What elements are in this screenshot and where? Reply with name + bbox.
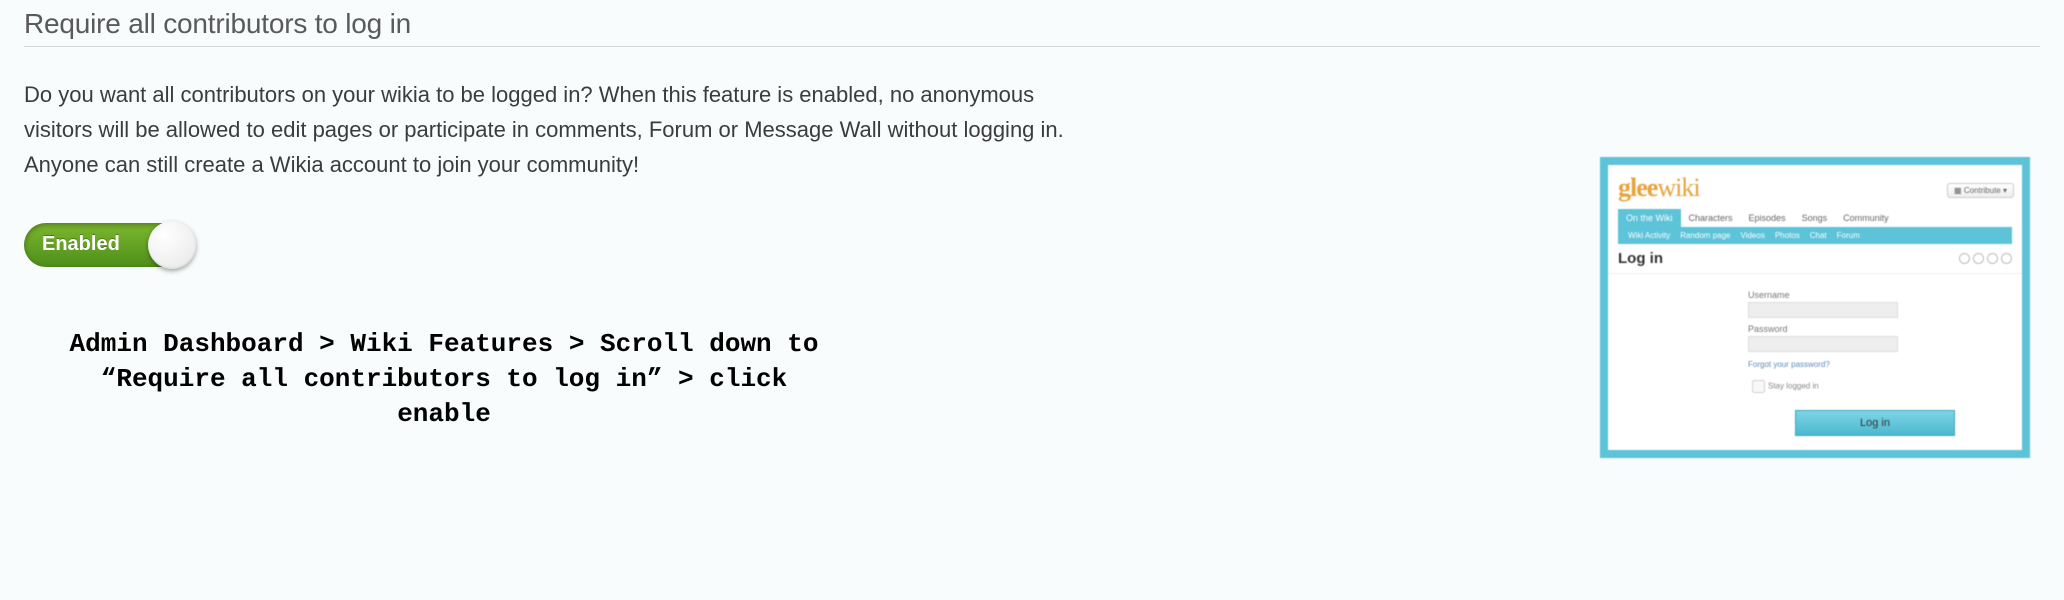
toggle-label: Enabled: [42, 233, 120, 256]
tab-characters: Characters: [1681, 209, 1741, 227]
username-input: [1748, 302, 1898, 318]
forgot-password-link: Forgot your password?: [1748, 360, 2002, 369]
login-button: Log in: [1795, 410, 1955, 436]
preview-subtabs: Wiki Activity Random page Videos Photos …: [1618, 227, 2012, 244]
stay-logged-in: Stay logged in: [1748, 377, 2002, 396]
instructions-text: Admin Dashboard > Wiki Features > Scroll…: [54, 327, 834, 432]
enable-toggle[interactable]: Enabled: [24, 223, 194, 267]
tab-songs: Songs: [1794, 209, 1836, 227]
login-heading: Log in: [1618, 250, 1663, 267]
tab-on-the-wiki: On the Wiki: [1618, 209, 1681, 227]
password-label: Password: [1748, 324, 2002, 334]
preview-tabs: On the Wiki Characters Episodes Songs Co…: [1618, 209, 2012, 227]
password-input: [1748, 336, 1898, 352]
tab-community: Community: [1835, 209, 1897, 227]
tab-episodes: Episodes: [1741, 209, 1794, 227]
section-title: Require all contributors to log in: [24, 8, 2064, 40]
toggle-knob[interactable]: [148, 221, 196, 269]
contribute-button: ▦ Contribute ▾: [1947, 183, 2014, 198]
username-label: Username: [1748, 290, 2002, 300]
section-description: Do you want all contributors on your wik…: [24, 77, 1064, 183]
divider: [24, 46, 2040, 47]
social-icons: [1959, 253, 2012, 264]
preview-screenshot: gleewiki ▦ Contribute ▾ On the Wiki Char…: [1600, 157, 2030, 458]
